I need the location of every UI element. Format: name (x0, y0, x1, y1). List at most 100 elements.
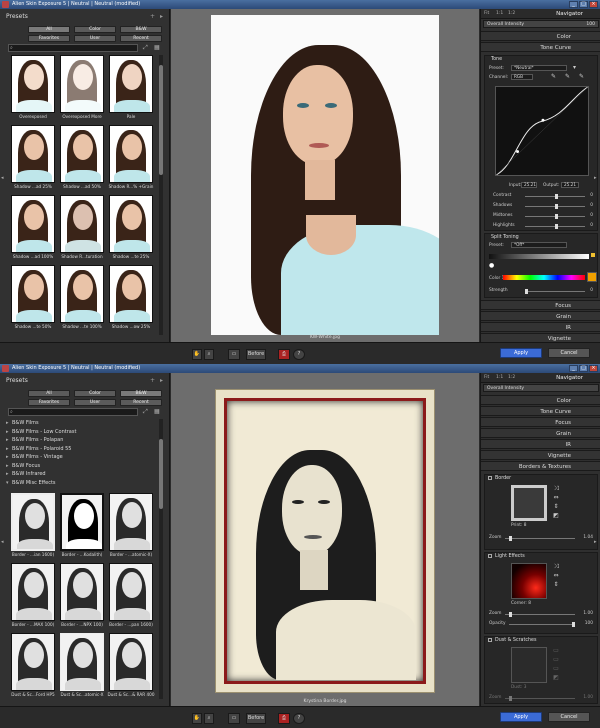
zoom-tool-icon[interactable]: ⌕ (204, 349, 214, 360)
border-flip-v-icon[interactable]: ⇕ (551, 503, 561, 511)
left-panel-toggle-icon[interactable]: ◂ (1, 539, 4, 545)
navigator-header[interactable]: Fit 1:1 1:2 Navigator (481, 373, 600, 383)
minimize-button[interactable]: _ (569, 1, 578, 8)
right-panel-toggle-icon[interactable]: ▸ (594, 539, 597, 545)
dust-enable-checkbox[interactable] (488, 638, 492, 642)
image-canvas[interactable]: KW-White.jpg (171, 9, 479, 342)
view-mode-icon[interactable]: ▭ (228, 349, 240, 360)
print-icon[interactable]: ⎙ (278, 713, 290, 724)
light-enable-checkbox[interactable] (488, 554, 492, 558)
color-spectrum-slider[interactable] (503, 275, 585, 280)
tree-item[interactable]: B&W Films - Polaroid 55 (6, 445, 156, 454)
presets-scrollbar[interactable] (159, 55, 163, 335)
border-preview[interactable] (511, 485, 547, 521)
apply-button[interactable]: Apply (500, 348, 542, 358)
section-tone-curve[interactable]: Tone Curve (481, 42, 600, 52)
preset-thumb[interactable]: Shadow ...te 25% (109, 195, 153, 261)
preset-thumb[interactable]: Pale (109, 55, 153, 121)
section-ir[interactable]: IR (481, 322, 600, 332)
before-button[interactable]: Before (246, 713, 266, 724)
navigator-header[interactable]: Fit 1:1 1:2 Navigator (481, 9, 600, 19)
preset-thumb[interactable]: Overexposed More (60, 55, 104, 121)
zoom-fit-button[interactable]: Fit (484, 11, 489, 16)
preset-thumb[interactable]: Shadow ...te 100% (60, 265, 104, 331)
preset-thumb[interactable]: Border - ...Kodalith) (60, 493, 104, 559)
dust-invert-icon[interactable]: ◩ (551, 674, 561, 682)
category-bw-button[interactable]: B&W (120, 26, 162, 33)
shadow-marker-icon[interactable]: ● (489, 262, 499, 270)
overall-intensity-slider[interactable]: Overall Intensity (483, 384, 599, 392)
section-grain[interactable]: Grain (481, 428, 600, 438)
grid-view-icon[interactable]: ▦ (154, 408, 160, 415)
preset-thumb[interactable]: Dust & Sc...atomic-X (60, 633, 104, 699)
collapse-panel-icon[interactable]: ▸ (160, 377, 163, 384)
presets-scrollbar[interactable] (159, 419, 163, 699)
preset-thumb[interactable]: Shadow ...ad 100% (11, 195, 55, 261)
hand-tool-icon[interactable]: ✋ (192, 349, 202, 360)
border-invert-icon[interactable]: ◩ (551, 512, 561, 520)
preset-thumb[interactable]: Dust & Sc...& RAR 400 (107, 633, 155, 699)
preset-thumb[interactable]: Shadow ...ad 25% (11, 125, 55, 191)
overall-intensity-slider[interactable]: Overall Intensity 100 (483, 20, 599, 28)
category-user-button[interactable]: User (74, 35, 116, 42)
preset-thumb[interactable]: Border - ...pan 1600) (109, 563, 153, 629)
collapse-panel-icon[interactable]: ▸ (160, 13, 163, 20)
apply-button[interactable]: Apply (500, 712, 542, 722)
section-grain[interactable]: Grain (481, 311, 600, 321)
minimize-button[interactable]: _ (569, 365, 578, 372)
color-swatch[interactable] (587, 272, 597, 282)
light-flip-v-icon[interactable]: ⇕ (551, 581, 561, 589)
zoom-1-2-button[interactable]: 1:2 (508, 11, 515, 16)
light-flip-h-icon[interactable]: ⇔ (551, 572, 561, 580)
tree-item[interactable]: B&W Films - Vintage (6, 453, 156, 462)
add-preset-icon[interactable]: + (150, 377, 158, 384)
eyedropper-white-icon[interactable]: ✎ (579, 73, 584, 80)
light-random-icon[interactable]: ⤨ (551, 563, 561, 571)
tree-item[interactable]: B&W Focus (6, 462, 156, 471)
close-button[interactable]: × (589, 1, 598, 8)
dust-random-icon[interactable]: ▭ (551, 647, 561, 655)
section-vignette[interactable]: Vignette (481, 450, 600, 460)
category-bw-button[interactable]: B&W (120, 390, 162, 397)
preset-thumb[interactable]: Shadow ...ad 50% (60, 125, 104, 191)
category-favorites-button[interactable]: Favorites (28, 35, 70, 42)
preset-thumb[interactable]: Shadow ...ow 25% (109, 265, 153, 331)
preset-thumb[interactable]: Shadow R...turation (60, 195, 104, 261)
view-mode-icon[interactable]: ▭ (228, 713, 240, 724)
print-icon[interactable]: ⎙ (278, 349, 290, 360)
output-value-field[interactable]: 25.21 (561, 182, 579, 188)
border-flip-h-icon[interactable]: ⇔ (551, 494, 561, 502)
section-tone-curve[interactable]: Tone Curve (481, 406, 600, 416)
luminance-bar[interactable] (489, 254, 589, 259)
preset-thumb[interactable]: Border - ...atomic-X) (109, 493, 153, 559)
category-favorites-button[interactable]: Favorites (28, 399, 70, 406)
tone-curve-graph[interactable] (495, 86, 589, 176)
dust-flip-h-icon[interactable]: ▭ (551, 656, 561, 664)
before-button[interactable]: Before (246, 349, 266, 360)
section-ir[interactable]: IR (481, 439, 600, 449)
add-preset-icon[interactable]: + (150, 13, 158, 20)
help-icon[interactable]: ? (293, 349, 305, 360)
preset-thumb[interactable]: Shadow ...te 50% (11, 265, 55, 331)
maximize-button[interactable]: □ (579, 1, 588, 8)
border-enable-checkbox[interactable] (488, 476, 492, 480)
section-borders-textures[interactable]: Borders & Textures (481, 461, 600, 471)
cancel-button[interactable]: Cancel (548, 348, 590, 358)
channel-dropdown[interactable]: RGB (511, 74, 533, 80)
category-user-button[interactable]: User (74, 399, 116, 406)
category-color-button[interactable]: Color (74, 390, 116, 397)
zoom-1-1-button[interactable]: 1:1 (496, 11, 503, 16)
category-all-button[interactable]: All (28, 26, 70, 33)
preset-thumb[interactable]: Border - ...MAX 100) (11, 563, 55, 629)
preset-thumb[interactable]: Border - ...ian 1600) (11, 493, 55, 559)
tree-item[interactable]: B&W Films (6, 419, 156, 428)
section-focus[interactable]: Focus (481, 417, 600, 427)
category-color-button[interactable]: Color (74, 26, 116, 33)
light-effects-preview[interactable] (511, 563, 547, 599)
preset-thumb[interactable]: Border - ...NPX 100) (60, 563, 104, 629)
hand-tool-icon[interactable]: ✋ (192, 713, 202, 724)
preset-thumb[interactable]: Overexposed (11, 55, 55, 121)
help-icon[interactable]: ? (293, 713, 305, 724)
category-recent-button[interactable]: Recent (120, 35, 162, 42)
category-all-button[interactable]: All (28, 390, 70, 397)
